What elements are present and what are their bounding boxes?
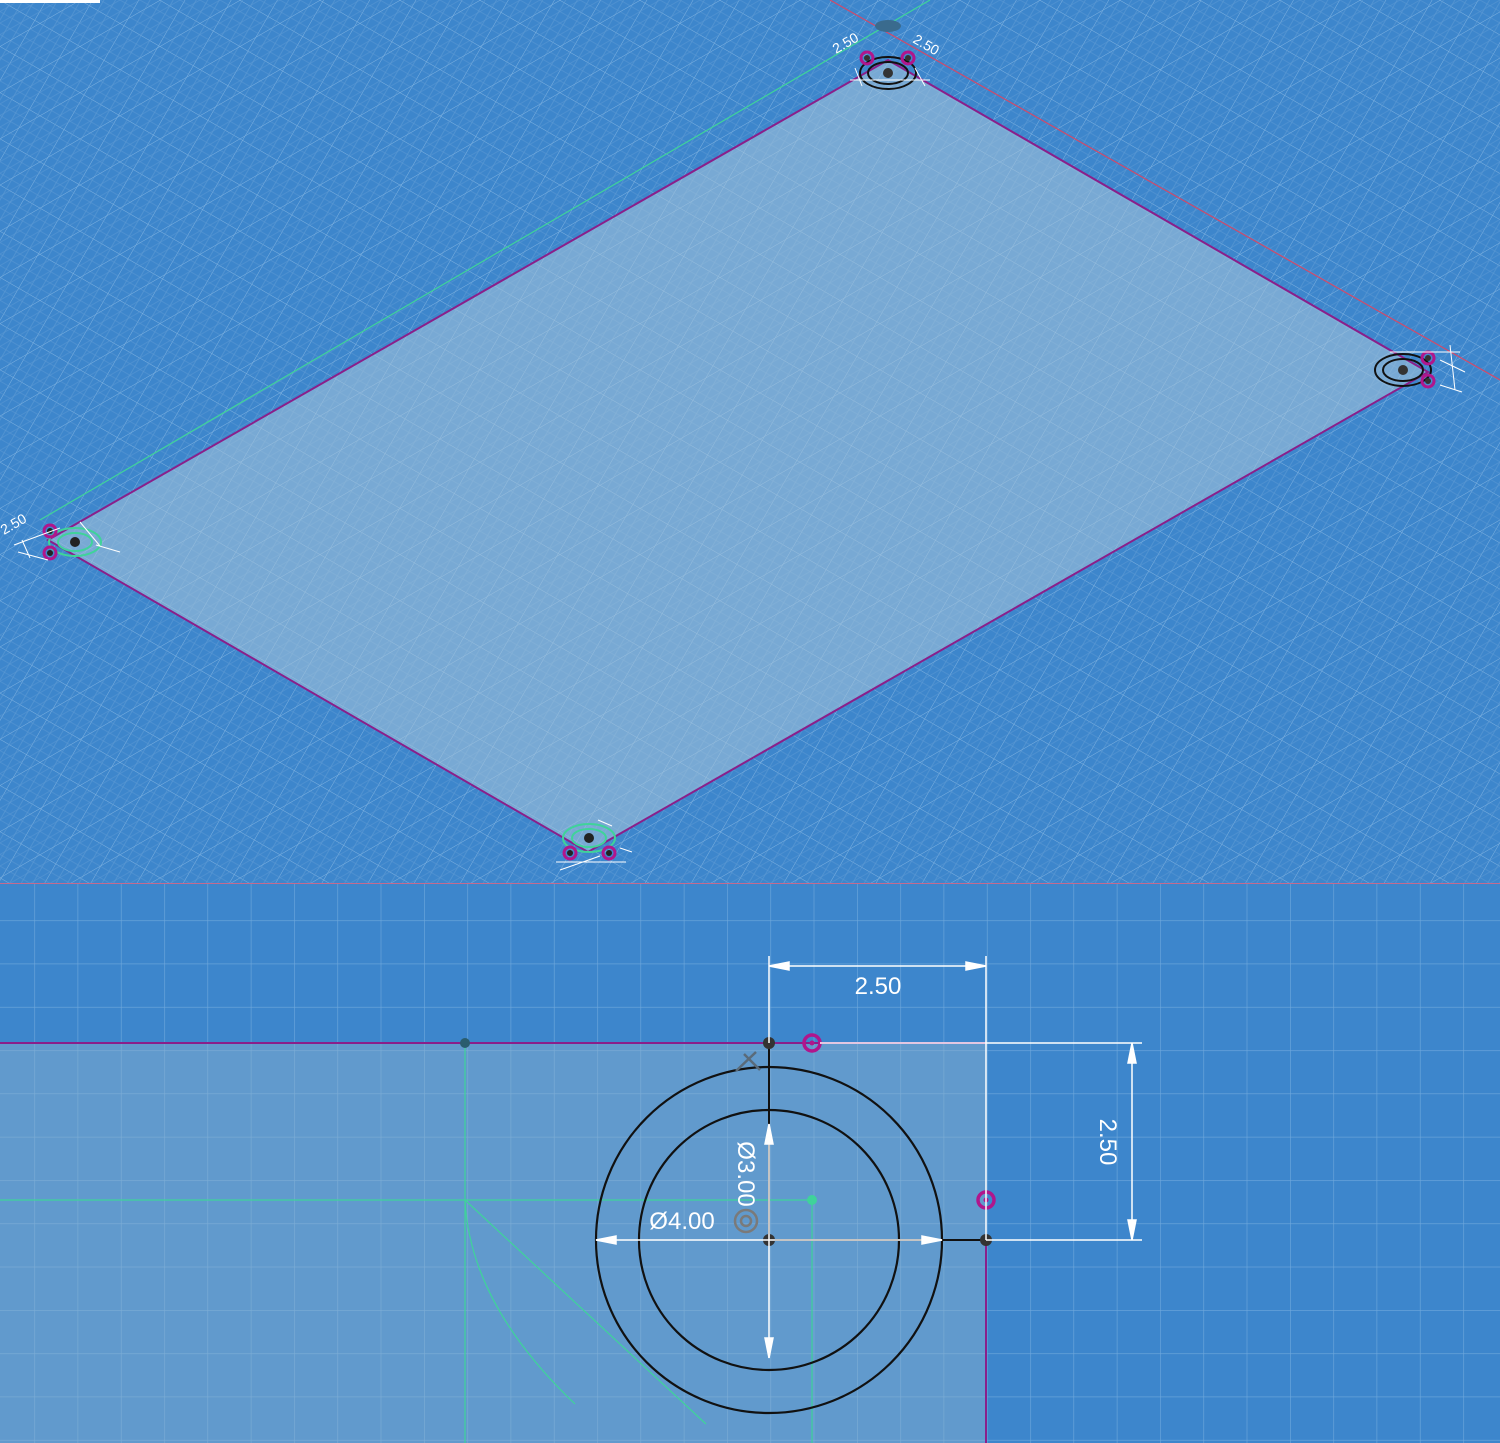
sketch-point[interactable] <box>905 55 911 61</box>
center-point[interactable] <box>1398 365 1408 375</box>
corner-marker <box>0 0 100 3</box>
dim-vertical-label[interactable]: 2.50 <box>1094 1119 1121 1166</box>
dim-outer-diameter-label[interactable]: Ø4.00 <box>649 1208 714 1235</box>
sketch-point[interactable] <box>864 55 870 61</box>
constraint-point-dot <box>809 1040 815 1046</box>
detail-viewport[interactable]: 2.50 2.50 Ø3.00 Ø4.00 <box>0 884 1500 1443</box>
isometric-viewport[interactable]: 2.50 2.50 2.50 <box>0 0 1500 884</box>
detail-canvas[interactable]: 2.50 2.50 Ø3.00 Ø4.00 <box>0 884 1500 1443</box>
sketch-point[interactable] <box>47 550 53 556</box>
dim-horizontal-label[interactable]: 2.50 <box>855 973 902 1000</box>
sketch-point[interactable] <box>1425 355 1431 361</box>
construction-point[interactable] <box>460 1038 470 1048</box>
sketch-point[interactable] <box>606 850 612 856</box>
isometric-canvas[interactable]: 2.50 2.50 2.50 <box>0 0 1500 884</box>
sketch-point[interactable] <box>567 850 573 856</box>
construction-point[interactable] <box>807 1195 817 1205</box>
center-point[interactable] <box>883 68 893 78</box>
sketch-point[interactable] <box>1425 378 1431 384</box>
origin-marker <box>875 20 901 32</box>
center-point[interactable] <box>70 537 80 547</box>
sketch-plane-region <box>0 1043 986 1443</box>
center-point[interactable] <box>584 833 594 843</box>
dim-inner-diameter-label[interactable]: Ø3.00 <box>732 1141 759 1206</box>
